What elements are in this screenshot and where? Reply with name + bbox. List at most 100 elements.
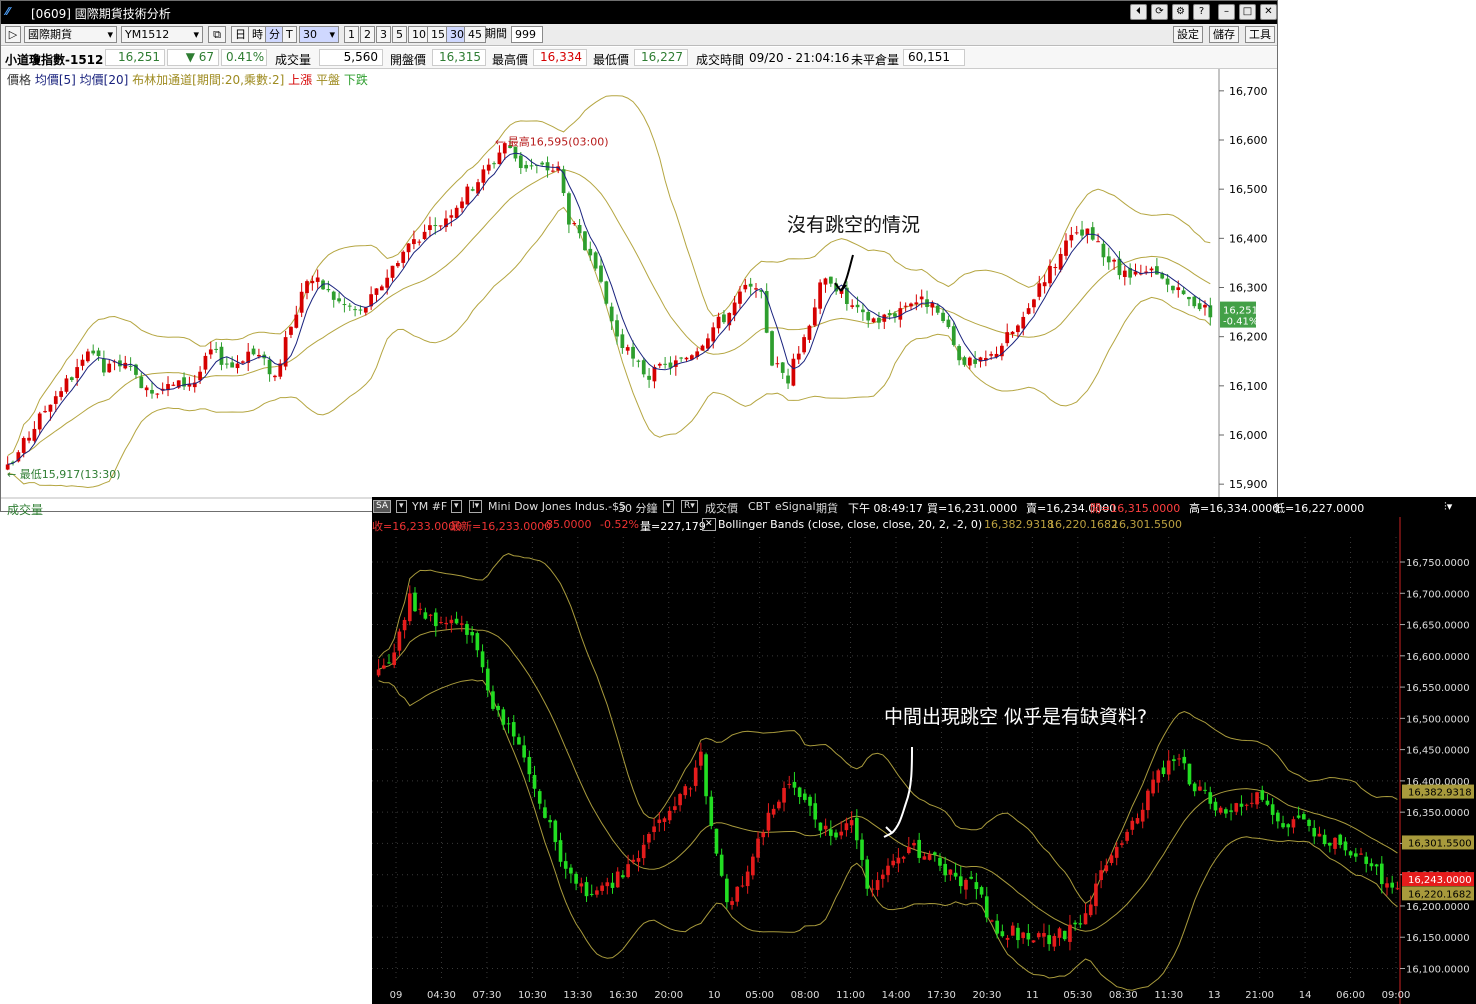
candle-body <box>1140 809 1145 822</box>
back-icon[interactable]: ⏴ <box>1130 4 1147 20</box>
candle-body <box>898 308 903 320</box>
candle-body <box>481 169 486 183</box>
candle-body <box>155 393 160 395</box>
candle-body <box>537 791 542 804</box>
candle-body <box>722 314 726 323</box>
num-button-3[interactable]: 3 <box>376 26 391 43</box>
help-icon[interactable]: ? <box>1193 4 1210 20</box>
candle-body <box>1048 265 1052 284</box>
close-button[interactable]: ✕ <box>1260 4 1277 20</box>
candle-body <box>1276 812 1280 822</box>
y-tick-label: 16,150.0000 <box>1406 933 1470 944</box>
candle-body <box>887 313 892 316</box>
candle-body <box>522 745 526 758</box>
bottom-chg: -85.0000 <box>542 518 592 531</box>
candle-body <box>517 737 521 745</box>
candle-body <box>688 788 693 790</box>
num-button-1[interactable]: 1 <box>344 26 359 43</box>
candle-body <box>235 363 240 369</box>
bb-mid-tag-value: 16,301.5500 <box>1408 838 1472 849</box>
filter-icon[interactable]: I▾ <box>469 500 483 513</box>
maximize-button[interactable]: □ <box>1239 4 1256 20</box>
candle-body <box>667 810 672 821</box>
candle-body <box>529 165 534 167</box>
candle-body <box>588 248 593 256</box>
y-tick-label: 16,100 <box>1229 380 1268 393</box>
close-indicator-icon[interactable]: ✕ <box>702 518 716 531</box>
period-input[interactable]: 999 <box>511 26 543 43</box>
zoom-icon[interactable]: ⧉ <box>208 26 226 43</box>
y-tick-label: 16,650.0000 <box>1406 621 1470 632</box>
candle-body <box>636 360 641 362</box>
candle-body <box>829 829 833 836</box>
candle-body <box>1005 937 1010 940</box>
candle-body <box>973 359 978 364</box>
minimize-button[interactable]: – <box>1218 4 1235 20</box>
last-price-tag-value: 16,243.0000 <box>1408 875 1472 886</box>
candle-body <box>1010 925 1015 936</box>
candle-body <box>21 438 26 453</box>
candle-body <box>1166 760 1171 775</box>
tools-button[interactable]: 工具 <box>1245 26 1275 43</box>
legend-price: 價格 <box>7 73 32 87</box>
menu-icon[interactable]: ⫶▾ <box>1444 500 1452 514</box>
candle-body <box>485 668 490 691</box>
candle-body <box>1369 863 1374 867</box>
candle-body <box>412 239 416 245</box>
interval-select[interactable]: 30 ▾ <box>299 26 339 43</box>
x-tick-label: 10:30 <box>518 990 547 1001</box>
symbol-select[interactable]: YM1512 ▾ <box>121 26 203 43</box>
candle-body <box>927 854 932 860</box>
settings-button[interactable]: 設定 <box>1173 26 1203 43</box>
candle-body <box>1255 792 1259 805</box>
x-tick-label: 13 <box>1208 990 1221 1001</box>
num-button-5[interactable]: 5 <box>392 26 407 43</box>
save-button[interactable]: 儲存 <box>1209 26 1239 43</box>
candle-body <box>600 885 604 891</box>
candle-body <box>1385 883 1389 888</box>
candle-body <box>593 252 598 269</box>
bottom-last: 最新=16,233.0000 <box>450 520 552 533</box>
candle-body <box>732 302 737 316</box>
candle-body <box>652 826 656 833</box>
sa-button[interactable]: SA <box>373 500 392 513</box>
candle-body <box>663 363 667 365</box>
candle-body <box>433 225 438 227</box>
refresh-icon[interactable]: ⟳ <box>1151 4 1168 20</box>
candle-body <box>1312 827 1317 837</box>
candle-body <box>1064 240 1068 256</box>
candle-body <box>1083 913 1088 925</box>
candle-body <box>901 856 906 859</box>
period-tick-button[interactable]: T <box>282 26 297 43</box>
bottom-vol: 量=227,179 <box>640 520 706 533</box>
settings-icon[interactable]: ⚙ <box>1172 4 1189 20</box>
chevron-down-icon[interactable]: ▾ <box>663 500 674 513</box>
candle-body <box>861 309 865 313</box>
candle-body <box>610 882 615 888</box>
candle-body <box>1291 819 1296 828</box>
candle-body <box>1203 304 1207 308</box>
y-tick-label: 16,500.0000 <box>1406 714 1470 725</box>
candle-body <box>1053 267 1058 269</box>
candle-body <box>392 652 397 666</box>
play-icon[interactable]: ▷ <box>5 26 21 43</box>
candle-body <box>621 875 625 878</box>
candle-body <box>657 363 662 366</box>
candle-body <box>27 437 31 441</box>
app-logo-icon: ⁄⁄ <box>6 5 10 18</box>
num-button-2[interactable]: 2 <box>360 26 375 43</box>
candle-body <box>305 281 309 294</box>
legend-up: 上漲 <box>288 73 313 87</box>
quote-last: 16,251 <box>105 49 165 66</box>
candle-body <box>979 887 984 895</box>
candle-body <box>1130 820 1135 830</box>
r-button[interactable]: R▾ <box>681 500 698 513</box>
candle-body <box>548 819 552 823</box>
candle-body <box>460 201 464 209</box>
chevron-down-icon[interactable]: ▾ <box>451 500 462 513</box>
dropdown-icon[interactable]: ▾ <box>396 500 407 513</box>
candle-body <box>289 326 293 335</box>
candle-body <box>96 350 101 357</box>
market-select[interactable]: 國際期貨 ▾ <box>24 26 117 43</box>
candle-body <box>1338 834 1343 845</box>
